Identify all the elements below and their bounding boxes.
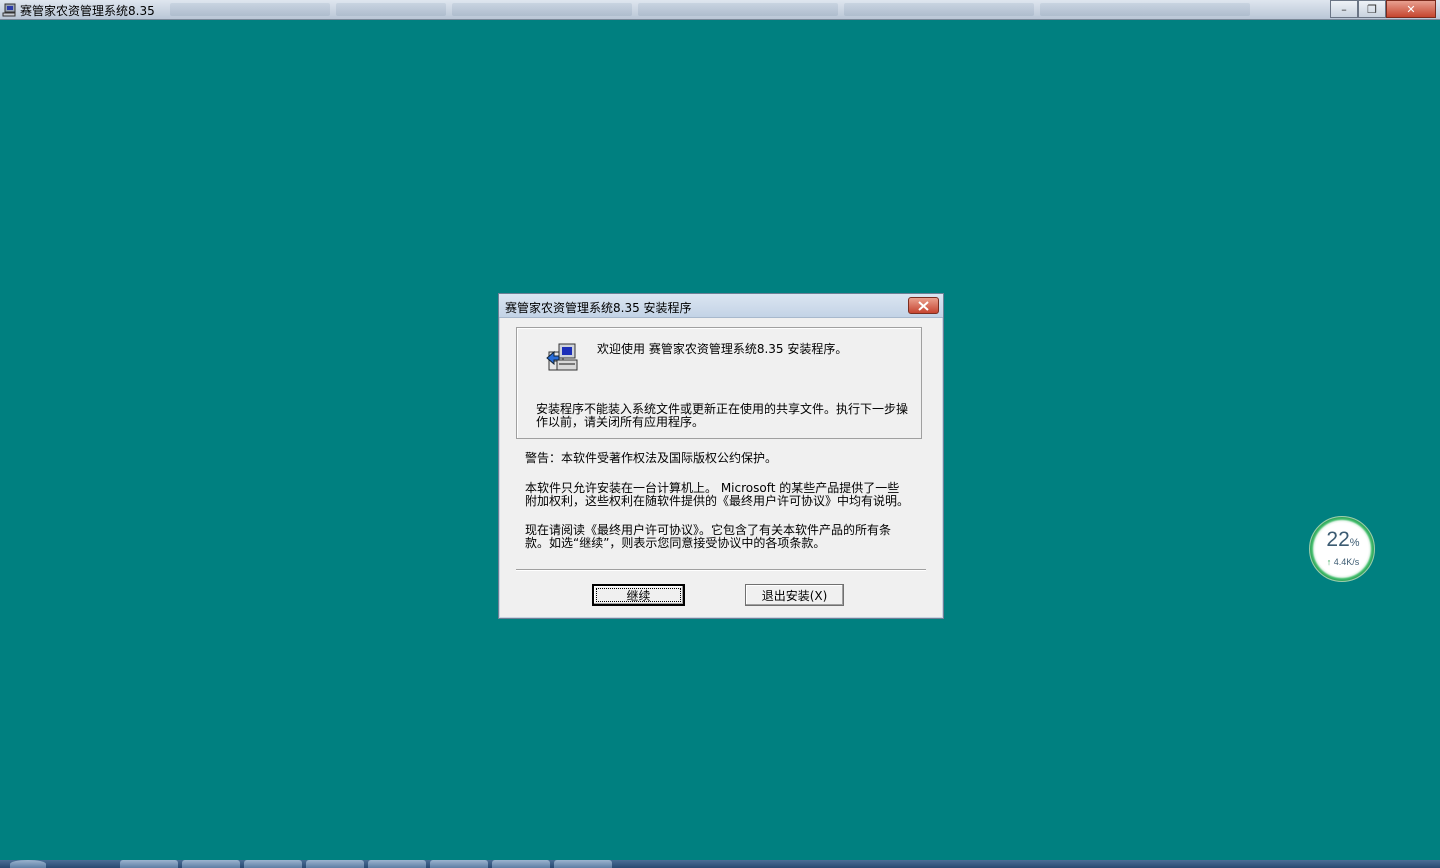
dialog-title-bar[interactable]: 赛管家农资管理系统8.35 安装程序: [499, 294, 943, 318]
window-controls: – ❐ ✕: [1330, 0, 1436, 18]
eula-prompt-line2: 款。如选“继续”，则表示您同意接受协议中的各项条款。: [525, 536, 826, 550]
taskbar-item[interactable]: [182, 860, 240, 868]
exit-setup-button[interactable]: 退出安装(X): [745, 584, 844, 606]
taskbar-item[interactable]: [244, 860, 302, 868]
exit-setup-button-label: 退出安装(X): [761, 588, 828, 603]
taskbar-item[interactable]: [492, 860, 550, 868]
copyright-warning: 警告：本软件受著作权法及国际版权公约保护。: [525, 451, 778, 465]
welcome-group-box: 欢迎使用 赛管家农资管理系统8.35 安装程序。 安装程序不能装入系统文件或更新…: [516, 327, 922, 439]
usage-percent-value: 22: [1326, 528, 1350, 551]
license-scope-text: 本软件只允许安装在一台计算机上。 Microsoft 的某些产品提供了一些 附加…: [525, 482, 915, 508]
welcome-text: 欢迎使用 赛管家农资管理系统8.35 安装程序。: [597, 342, 848, 356]
taskbar: [0, 860, 1440, 868]
close-apps-warning-line2: 作以前，请关闭所有应用程序。: [536, 415, 705, 429]
divider: [516, 569, 926, 571]
taskbar-item[interactable]: [554, 860, 612, 868]
close-icon: [918, 300, 929, 311]
percent-sign: %: [1349, 537, 1360, 549]
taskbar-item[interactable]: [430, 860, 488, 868]
network-speed-widget[interactable]: 22% ↑ 4.4K/s: [1309, 516, 1375, 582]
app-window-title: 赛管家农资管理系统8.35: [20, 4, 155, 18]
continue-button-label: 继续: [626, 588, 651, 603]
restore-button[interactable]: ❐: [1358, 0, 1386, 18]
background-taskbar-tabs: [170, 3, 1290, 18]
taskbar-item[interactable]: [306, 860, 364, 868]
taskbar-item[interactable]: [368, 860, 426, 868]
setup-computer-icon: [2, 3, 16, 17]
minimize-icon: –: [1341, 2, 1347, 16]
setup-computer-icon: [546, 343, 578, 371]
start-button[interactable]: [10, 860, 46, 868]
close-button[interactable]: ✕: [1386, 0, 1436, 18]
restore-icon: ❐: [1367, 2, 1377, 16]
upload-speed: ↑ 4.4K/s: [1310, 557, 1376, 567]
upload-speed-value: 4.4K/s: [1333, 557, 1360, 567]
dialog-title: 赛管家农资管理系统8.35 安装程序: [505, 301, 692, 315]
app-title-bar: 赛管家农资管理系统8.35 – ❐ ✕: [0, 0, 1440, 20]
setup-dialog: 赛管家农资管理系统8.35 安装程序 欢迎使用 赛管家农资管理系统8.35 安装…: [498, 293, 944, 619]
continue-button[interactable]: 继续: [592, 584, 685, 606]
eula-prompt-text: 现在请阅读《最终用户许可协议》。它包含了有关本软件产品的所有条 款。如选“继续”…: [525, 524, 915, 550]
close-apps-warning: 安装程序不能装入系统文件或更新正在使用的共享文件。执行下一步操 作以前，请关闭所…: [536, 403, 916, 429]
close-icon: ✕: [1406, 2, 1416, 16]
dialog-close-button[interactable]: [908, 297, 939, 314]
minimize-button[interactable]: –: [1330, 0, 1358, 18]
upload-arrow-icon: ↑: [1326, 557, 1332, 567]
license-scope-line2: 附加权利，这些权利在随软件提供的《最终用户许可协议》中均有说明。: [525, 494, 910, 508]
usage-percent: 22%: [1310, 528, 1376, 552]
taskbar-item[interactable]: [120, 860, 178, 868]
